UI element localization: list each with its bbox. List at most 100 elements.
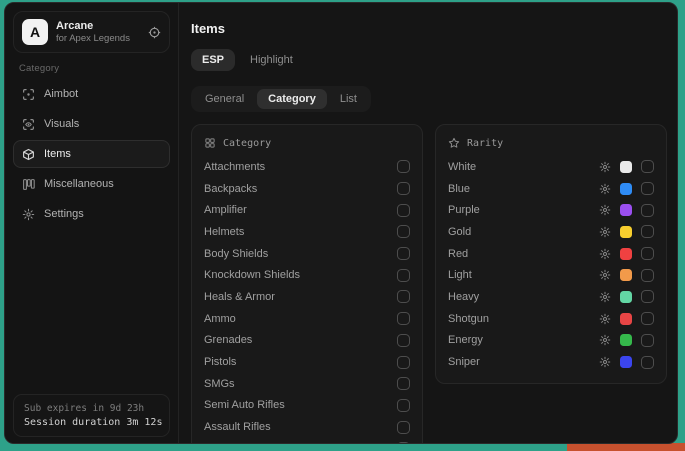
gear-icon[interactable] [599,356,611,368]
sidebar-item-label: Settings [44,208,84,220]
rarity-row: White [448,156,654,178]
tab-highlight[interactable]: Highlight [239,49,304,71]
category-row-label: SMGs [204,378,235,390]
category-checkbox[interactable] [397,377,410,390]
rarity-row-label: Blue [448,183,470,195]
category-checkbox[interactable] [397,421,410,434]
sidebar-item-miscellaneous[interactable]: Miscellaneous [13,170,170,198]
category-checkbox[interactable] [397,247,410,260]
category-checkbox[interactable] [397,182,410,195]
target-icon[interactable] [148,26,161,39]
subscription-info-card: Sub expires in 9d 23h Session duration 3… [13,394,170,437]
sidebar-nav: Aimbot Visuals Items Miscellaneous Setti… [5,80,178,228]
category-row-label: Helmets [204,226,244,238]
sidebar-item-items[interactable]: Items [13,140,170,168]
rarity-row: Sniper [448,351,654,373]
sidebar: A Arcane for Apex Legends Category Aimbo… [5,3,179,443]
star-icon [448,137,460,149]
category-checkbox[interactable] [397,225,410,238]
rarity-checkbox[interactable] [641,312,654,325]
rarity-row: Energy [448,330,654,352]
category-panel: Category AttachmentsBackpacksAmplifierHe… [191,124,423,443]
category-row-label: Knockdown Shields [204,269,300,281]
category-checkbox[interactable] [397,334,410,347]
crosshair-icon [22,88,35,101]
gear-icon[interactable] [599,334,611,346]
color-swatch[interactable] [620,313,632,325]
category-row-label: Body Shields [204,248,268,260]
rarity-panel-title: Rarity [467,138,503,149]
rarity-checkbox[interactable] [641,356,654,369]
gear-icon[interactable] [599,226,611,238]
main-content: Items ESP Highlight General Category Lis… [179,3,677,443]
category-row-label: Assault Rifles [204,421,271,433]
gear-icon[interactable] [599,269,611,281]
tab-general[interactable]: General [194,89,255,109]
category-checkbox[interactable] [397,160,410,173]
color-swatch[interactable] [620,204,632,216]
rarity-row: Shotgun [448,308,654,330]
brand-title: Arcane [56,20,140,33]
rarity-row-label: Energy [448,334,483,346]
gear-icon[interactable] [599,204,611,216]
tab-list[interactable]: List [329,89,368,109]
gear-icon[interactable] [599,313,611,325]
category-row: Helmets [204,221,410,243]
color-swatch[interactable] [620,356,632,368]
sidebar-item-aimbot[interactable]: Aimbot [13,80,170,108]
rarity-checkbox[interactable] [641,204,654,217]
color-swatch[interactable] [620,161,632,173]
gear-icon[interactable] [599,291,611,303]
desktop-wallpaper-accent [567,443,685,451]
rarity-checkbox[interactable] [641,247,654,260]
category-row-label: Pistols [204,356,236,368]
category-row-label: Semi Auto Rifles [204,399,285,411]
rarity-row-label: Shotgun [448,313,489,325]
color-swatch[interactable] [620,269,632,281]
brand-subtitle: for Apex Legends [56,33,140,45]
sidebar-item-label: Miscellaneous [44,178,114,190]
tab-category[interactable]: Category [257,89,327,109]
category-row: Semi Auto Rifles [204,395,410,417]
rarity-row-label: Red [448,248,468,260]
gear-icon[interactable] [599,183,611,195]
color-swatch[interactable] [620,334,632,346]
category-checkbox[interactable] [397,399,410,412]
rarity-checkbox[interactable] [641,269,654,282]
category-row-label: Ammo [204,313,236,325]
color-swatch[interactable] [620,183,632,195]
gear-icon[interactable] [599,161,611,173]
color-swatch[interactable] [620,226,632,238]
category-checkbox[interactable] [397,356,410,369]
rarity-row-label: Light [448,269,472,281]
rarity-row-label: Heavy [448,291,479,303]
color-swatch[interactable] [620,291,632,303]
gear-icon[interactable] [599,248,611,260]
category-checkbox[interactable] [397,442,410,443]
category-row: Heals & Armor [204,286,410,308]
color-swatch[interactable] [620,248,632,260]
rarity-row: Gold [448,221,654,243]
brand-card: A Arcane for Apex Legends [13,11,170,53]
rarity-checkbox[interactable] [641,182,654,195]
sub-expiry-text: Sub expires in 9d 23h [24,402,159,416]
rarity-checkbox[interactable] [641,160,654,173]
sidebar-item-settings[interactable]: Settings [13,200,170,228]
rarity-checkbox[interactable] [641,225,654,238]
sidebar-section-label: Category [19,63,164,74]
page-title: Items [191,21,667,36]
rarity-checkbox[interactable] [641,290,654,303]
rarity-row-label: White [448,161,476,173]
category-checkbox[interactable] [397,290,410,303]
rarity-row: Purple [448,199,654,221]
sidebar-item-label: Visuals [44,118,79,130]
category-checkbox[interactable] [397,269,410,282]
category-checkbox[interactable] [397,312,410,325]
sidebar-item-visuals[interactable]: Visuals [13,110,170,138]
gear-icon [22,208,35,221]
rarity-row-label: Sniper [448,356,480,368]
category-checkbox[interactable] [397,204,410,217]
tab-esp[interactable]: ESP [191,49,235,71]
category-row: LMGs [204,438,410,443]
rarity-checkbox[interactable] [641,334,654,347]
